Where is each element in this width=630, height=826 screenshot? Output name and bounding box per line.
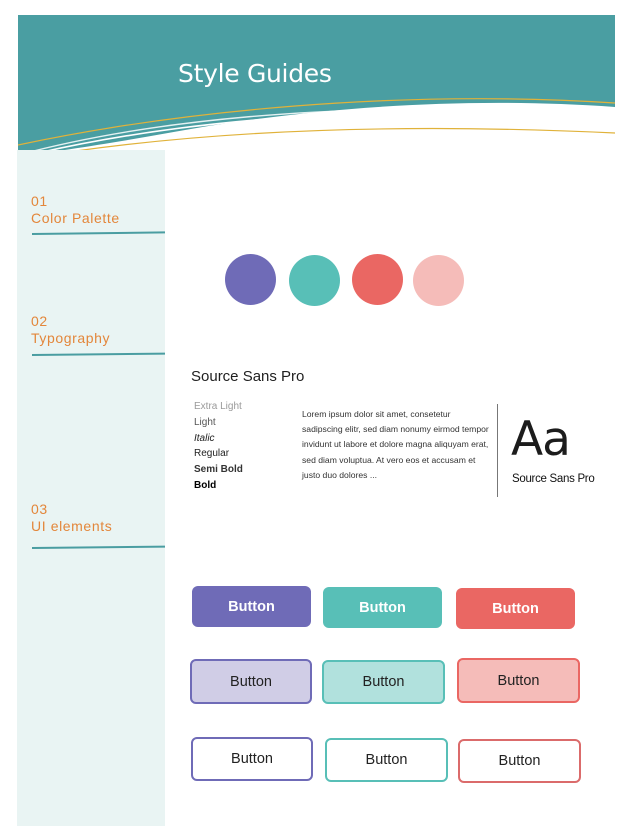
- weight-light: Light: [194, 416, 216, 428]
- weight-extra-light: Extra Light: [194, 401, 242, 412]
- solid-button-coral[interactable]: Button: [456, 588, 575, 629]
- divider: [31, 545, 166, 549]
- style-guide-page: Style Guides 01 Color Palette 02 Typogra…: [0, 0, 630, 826]
- weight-semi-bold: Semi Bold: [194, 464, 243, 476]
- sidebar-item-typography[interactable]: 02 Typography: [31, 313, 110, 347]
- color-swatch-teal: [289, 255, 340, 306]
- color-swatch-coral: [352, 254, 403, 305]
- sidebar-item-label: Color Palette: [31, 210, 120, 226]
- outline-button-coral[interactable]: Button: [458, 739, 581, 783]
- color-swatch-purple: [225, 254, 276, 305]
- color-swatch-pink: [413, 255, 464, 306]
- divider: [31, 352, 166, 356]
- sidebar: 01 Color Palette 02 Typography 03 UI ele…: [17, 150, 166, 826]
- divider: [31, 231, 166, 235]
- sidebar-item-number: 01: [31, 193, 48, 209]
- sidebar-item-label: UI elements: [31, 518, 113, 534]
- font-weight-list: Extra Light Light Italic Regular Semi Bo…: [194, 399, 243, 494]
- solid-button-purple[interactable]: Button: [192, 586, 311, 627]
- sidebar-item-label: Typography: [31, 330, 111, 346]
- outline-button-purple[interactable]: Button: [191, 737, 313, 781]
- soft-button-teal[interactable]: Button: [322, 660, 445, 704]
- sample-paragraph: Lorem ipsum dolor sit amet, consetetur s…: [302, 409, 489, 480]
- font-name-heading: Source Sans Pro: [191, 368, 305, 385]
- sidebar-item-ui-elements[interactable]: 03 UI elements: [31, 501, 112, 535]
- page-title: Style Guides: [178, 59, 332, 88]
- typography-divider: [497, 404, 498, 497]
- sidebar-item-number: 02: [31, 313, 48, 329]
- outline-button-teal[interactable]: Button: [325, 738, 448, 782]
- font-specimen-label: Source Sans Pro: [512, 473, 595, 485]
- weight-italic: Italic: [194, 432, 215, 444]
- weight-bold: Bold: [194, 479, 217, 491]
- sidebar-item-number: 03: [31, 501, 48, 517]
- font-specimen: Aa: [511, 412, 571, 467]
- solid-button-teal[interactable]: Button: [323, 587, 442, 628]
- weight-regular: Regular: [194, 448, 230, 460]
- header-banner: Style Guides: [18, 15, 615, 160]
- sidebar-item-color-palette[interactable]: 01 Color Palette: [31, 193, 120, 227]
- soft-button-coral[interactable]: Button: [457, 658, 580, 703]
- soft-button-purple[interactable]: Button: [190, 659, 312, 704]
